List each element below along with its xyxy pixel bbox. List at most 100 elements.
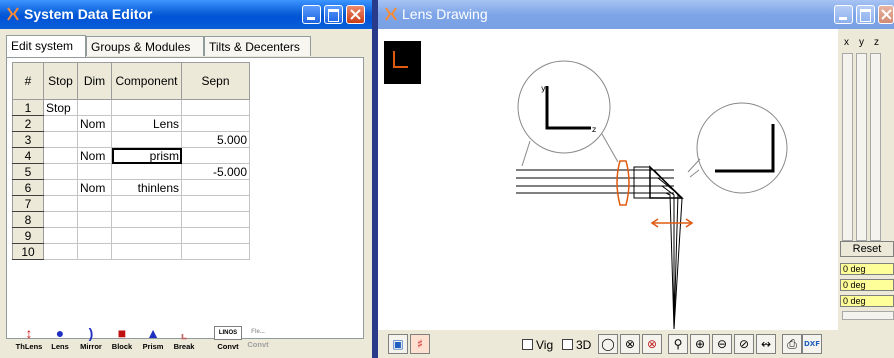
editor-titlebar[interactable]: System Data Editor	[0, 0, 372, 29]
block-button[interactable]: ■ Block	[107, 324, 137, 354]
dim-cell[interactable]	[77, 227, 112, 244]
rotate-x-scrollbar[interactable]	[842, 53, 853, 241]
table-row[interactable]: 2 Nom Lens	[12, 115, 250, 132]
dim-cell[interactable]	[77, 131, 112, 148]
table-row[interactable]: 9	[12, 227, 250, 244]
zoom-fit-button[interactable]: ⚲	[668, 334, 688, 354]
ray-trace-button[interactable]: ♯	[410, 334, 430, 354]
zoom-in-button[interactable]: ⊕	[690, 334, 710, 354]
table-row[interactable]: 6 Nom thinlens	[12, 179, 250, 196]
zoom-out-button[interactable]: ⊖	[712, 334, 732, 354]
3d-checkbox[interactable]	[562, 339, 573, 350]
row-number-cell[interactable]: 10	[12, 243, 44, 260]
tab-tilts-decenters[interactable]: Tilts & Decenters	[204, 36, 311, 56]
sepn-cell[interactable]	[181, 227, 250, 244]
vig-checkbox[interactable]	[522, 339, 533, 350]
table-row[interactable]: 3 5.000	[12, 131, 250, 148]
row-number-cell[interactable]: 8	[12, 211, 44, 228]
row-number-cell[interactable]: 2	[12, 115, 44, 132]
flex-convert-button[interactable]: Fle... Convt	[244, 324, 272, 354]
table-row[interactable]: 1 Stop	[12, 99, 250, 116]
lens-button[interactable]: ● Lens	[45, 324, 75, 354]
row-number-cell[interactable]: 7	[12, 195, 44, 212]
row-number-cell[interactable]: 6	[12, 179, 44, 196]
rotate-z-field[interactable]: 0 deg	[840, 295, 894, 307]
copy-drawing-button[interactable]: ▣	[388, 334, 408, 354]
component-cell[interactable]: Lens	[111, 115, 182, 132]
column-header[interactable]: #	[12, 62, 44, 100]
thlens-button[interactable]: ↕ ThLens	[14, 324, 44, 354]
reset-button[interactable]: Reset	[840, 241, 894, 257]
linos-convert-button[interactable]: LINOS Convt	[214, 324, 242, 354]
close-button[interactable]	[346, 5, 365, 24]
component-cell[interactable]	[111, 211, 182, 228]
column-header[interactable]: Component	[111, 62, 182, 100]
prism-button[interactable]: ▲ Prism	[138, 324, 168, 354]
table-row[interactable]: 4 Nom prism	[12, 147, 250, 164]
component-cell[interactable]	[111, 195, 182, 212]
column-header[interactable]: Dim	[77, 62, 112, 100]
measure-button[interactable]: ↭	[756, 334, 776, 354]
stop-cell[interactable]	[43, 243, 78, 260]
sepn-cell[interactable]	[181, 179, 250, 196]
drawing-titlebar[interactable]: Lens Drawing	[378, 0, 894, 29]
maximize-button[interactable]	[324, 5, 343, 24]
component-cell[interactable]	[111, 99, 182, 116]
stop-view-button[interactable]: ⊗	[642, 334, 662, 354]
sepn-cell[interactable]: 5.000	[181, 131, 250, 148]
table-row[interactable]: 7	[12, 195, 250, 212]
dim-cell[interactable]: Nom	[77, 115, 112, 132]
column-header[interactable]: Stop	[43, 62, 78, 100]
stop-cell[interactable]	[43, 163, 78, 180]
dim-cell[interactable]	[77, 195, 112, 212]
column-header[interactable]: Sepn	[181, 62, 250, 100]
rotate-x-field[interactable]: 0 deg	[840, 263, 894, 275]
sepn-cell[interactable]: -5.000	[181, 163, 250, 180]
stop-cell[interactable]	[43, 195, 78, 212]
component-cell[interactable]	[111, 227, 182, 244]
tab-groups-modules[interactable]: Groups & Modules	[86, 36, 204, 56]
sepn-cell[interactable]	[181, 195, 250, 212]
rotate-y-field[interactable]: 0 deg	[840, 279, 894, 291]
dim-cell[interactable]	[77, 99, 112, 116]
table-row[interactable]: 5 -5.000	[12, 163, 250, 180]
stop-cell[interactable]	[43, 131, 78, 148]
sepn-cell[interactable]	[181, 147, 250, 164]
stop-cell[interactable]	[43, 147, 78, 164]
dim-cell[interactable]	[77, 211, 112, 228]
prism-view-button[interactable]: ⊗	[620, 334, 640, 354]
stop-cell[interactable]: Stop	[43, 99, 78, 116]
dim-cell[interactable]: Nom	[77, 147, 112, 164]
sepn-cell[interactable]	[181, 211, 250, 228]
row-number-cell[interactable]: 4	[12, 147, 44, 164]
stop-cell[interactable]	[43, 179, 78, 196]
component-cell[interactable]	[111, 131, 182, 148]
component-cell[interactable]	[111, 163, 182, 180]
mirror-button[interactable]: ) Mirror	[76, 324, 106, 354]
rotate-y-scrollbar[interactable]	[856, 53, 867, 241]
stop-cell[interactable]	[43, 227, 78, 244]
component-cell[interactable]: prism	[111, 147, 182, 164]
stop-cell[interactable]	[43, 211, 78, 228]
sepn-cell[interactable]	[181, 115, 250, 132]
minimize-button[interactable]	[834, 5, 853, 24]
export-dxf-button[interactable]: DXF	[802, 334, 822, 354]
maximize-button[interactable]	[856, 5, 875, 24]
lens-drawing-canvas[interactable]: y z	[378, 29, 838, 329]
dim-cell[interactable]	[77, 163, 112, 180]
table-row[interactable]: 8	[12, 211, 250, 228]
close-button[interactable]	[878, 5, 894, 24]
sepn-cell[interactable]	[181, 243, 250, 260]
row-number-cell[interactable]: 1	[12, 99, 44, 116]
component-cell[interactable]	[111, 243, 182, 260]
component-cell[interactable]: thinlens	[111, 179, 182, 196]
sepn-cell[interactable]	[181, 99, 250, 116]
row-number-cell[interactable]: 5	[12, 163, 44, 180]
table-row[interactable]: 10	[12, 243, 250, 260]
tab-edit-system[interactable]: Edit system	[6, 35, 86, 57]
zoom-reset-button[interactable]: ⊘	[734, 334, 754, 354]
lens-view-button[interactable]: ◯	[598, 334, 618, 354]
dim-cell[interactable]	[77, 243, 112, 260]
rotate-z-scrollbar[interactable]	[870, 53, 881, 241]
minimize-button[interactable]	[302, 5, 321, 24]
